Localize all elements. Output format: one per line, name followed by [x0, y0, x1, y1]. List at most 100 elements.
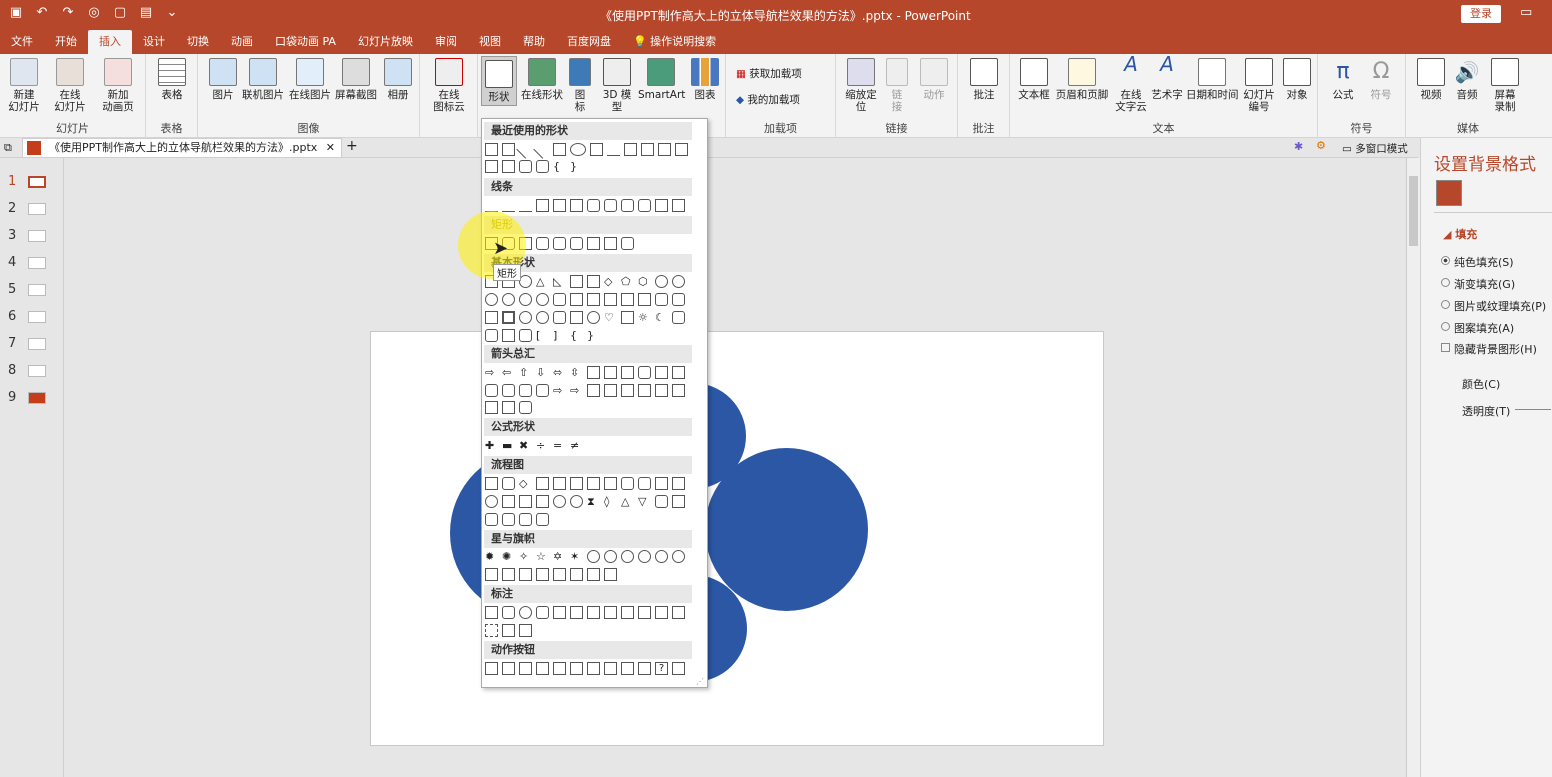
pentagon-icon[interactable]: ⬠: [621, 275, 634, 288]
table-button[interactable]: 表格: [156, 58, 188, 101]
curved-left-arrow-icon[interactable]: [502, 384, 515, 397]
extract-icon[interactable]: △: [621, 495, 634, 508]
picture-button[interactable]: 图片: [208, 58, 238, 101]
plus-icon[interactable]: [638, 293, 651, 306]
line-callout1-icon[interactable]: [553, 606, 566, 619]
u-turn-arrow-icon[interactable]: [638, 366, 651, 379]
tab-animations[interactable]: 动画: [220, 30, 264, 54]
vertical-scroll-icon[interactable]: [553, 568, 566, 581]
scribble-icon[interactable]: [672, 199, 685, 212]
hexagon-icon[interactable]: ⬡: [638, 275, 651, 288]
punched-tape-icon[interactable]: [536, 495, 549, 508]
chart-button[interactable]: 图表: [690, 58, 720, 101]
plaque-icon[interactable]: [655, 293, 668, 306]
double-wave-icon[interactable]: [604, 568, 617, 581]
tab-insert[interactable]: 插入: [88, 30, 132, 54]
left-right-arrow-icon[interactable]: ⬄: [553, 366, 566, 379]
round-same-side-icon[interactable]: [604, 237, 617, 250]
undo-icon[interactable]: ↶: [34, 5, 50, 21]
slide-thumb-4[interactable]: 4: [8, 253, 54, 273]
object-button[interactable]: 对象: [1282, 58, 1312, 101]
parallelogram-icon[interactable]: [570, 275, 583, 288]
curve-icon[interactable]: [638, 199, 651, 212]
frame-icon[interactable]: [570, 293, 583, 306]
my-addins-button[interactable]: ◆ 我的加载项: [736, 94, 800, 106]
magnetic-disk-icon[interactable]: [502, 513, 515, 526]
ribbon-display-icon[interactable]: ▭: [1520, 5, 1532, 20]
cube-shape-icon[interactable]: [485, 311, 498, 324]
star24-icon[interactable]: [655, 550, 668, 563]
action-forward-icon[interactable]: [502, 662, 515, 675]
predefined-process-icon[interactable]: [553, 477, 566, 490]
line-callout7-icon[interactable]: [655, 606, 668, 619]
quad-arrow-icon[interactable]: [587, 366, 600, 379]
right-brace-icon[interactable]: }: [587, 329, 600, 342]
donut-icon[interactable]: [519, 311, 532, 324]
star8-icon[interactable]: [587, 550, 600, 563]
data-icon[interactable]: [536, 477, 549, 490]
delay-icon[interactable]: [672, 495, 685, 508]
resize-grip-icon[interactable]: ⋰: [696, 677, 704, 686]
tab-home[interactable]: 开始: [44, 30, 88, 54]
equation-button[interactable]: π 公式: [1326, 58, 1360, 101]
new-slide-button[interactable]: 新建 幻灯片: [4, 58, 44, 113]
left-brace-icon[interactable]: {: [570, 329, 583, 342]
pie-icon[interactable]: [519, 293, 532, 306]
link-button[interactable]: 链 接: [884, 58, 910, 113]
line-callout8-icon[interactable]: [672, 606, 685, 619]
line-callout3-icon[interactable]: [587, 606, 600, 619]
left-bracket-icon[interactable]: [: [536, 329, 549, 342]
left-arrow-icon[interactable]: ⇦: [502, 366, 515, 379]
wordart-button[interactable]: A 艺术字: [1150, 54, 1184, 101]
process-icon[interactable]: [485, 477, 498, 490]
snip-diagonal-icon[interactable]: [553, 237, 566, 250]
get-addins-button[interactable]: ▦ 获取加载项: [736, 68, 802, 80]
star12-icon[interactable]: [621, 550, 634, 563]
online-picture-button[interactable]: 联机图片: [240, 58, 286, 101]
tab-help[interactable]: 帮助: [512, 30, 556, 54]
document-tab[interactable]: 《使用PPT制作高大上的立体导航栏效果的方法》.pptx ✕: [22, 138, 342, 158]
double-bracket-icon[interactable]: [502, 329, 515, 342]
left-brace-shape-icon[interactable]: {: [553, 160, 566, 173]
right-brace-shape-icon[interactable]: }: [570, 160, 583, 173]
rect2-shape-icon[interactable]: [590, 143, 603, 156]
freeform-icon[interactable]: [655, 199, 668, 212]
line-callout5-icon[interactable]: [621, 606, 634, 619]
star4-icon[interactable]: ✧: [519, 550, 532, 563]
radio[interactable]: [1441, 322, 1450, 331]
triangle-shape-icon[interactable]: [607, 143, 620, 156]
symbol-button[interactable]: Ω 符号: [1364, 58, 1398, 101]
no-symbol-icon[interactable]: [536, 311, 549, 324]
action-document-icon[interactable]: [621, 662, 634, 675]
bent-arrow-icon[interactable]: [621, 366, 634, 379]
line-callout10-icon[interactable]: [502, 624, 515, 637]
heptagon-icon[interactable]: [655, 275, 668, 288]
action-beginning-icon[interactable]: [519, 662, 532, 675]
curved-up-arrow-icon[interactable]: [519, 384, 532, 397]
slide-thumb-2[interactable]: 2: [8, 199, 54, 219]
action-end-icon[interactable]: [536, 662, 549, 675]
scroll-thumb[interactable]: [1409, 176, 1418, 246]
picture-fill-option[interactable]: 图片或纹理填充(P): [1441, 298, 1546, 314]
terminator-icon[interactable]: [621, 477, 634, 490]
folded-corner-icon[interactable]: [570, 311, 583, 324]
rect-callout-icon[interactable]: [485, 606, 498, 619]
gradient-fill-option[interactable]: 渐变填充(G): [1441, 276, 1515, 292]
explosion2-icon[interactable]: ✺: [502, 550, 515, 563]
fill-section-header[interactable]: ◢ 填充: [1443, 226, 1477, 242]
arc-icon[interactable]: [485, 329, 498, 342]
curved-down-arrow-icon[interactable]: [536, 384, 549, 397]
trapezoid-icon[interactable]: [587, 275, 600, 288]
star7-icon[interactable]: ✶: [570, 550, 583, 563]
notched-right-arrow-icon[interactable]: ⇨: [570, 384, 583, 397]
minus-sign-icon[interactable]: ▬: [502, 439, 515, 452]
chord-icon[interactable]: [536, 293, 549, 306]
tab-baidu-netdisk[interactable]: 百度网盘: [556, 30, 622, 54]
action-return-icon[interactable]: [587, 662, 600, 675]
summing-junction-icon[interactable]: [553, 495, 566, 508]
round-single-corner-icon[interactable]: [587, 237, 600, 250]
circle-shape-right[interactable]: [705, 448, 868, 611]
smartart-button[interactable]: SmartArt: [638, 58, 685, 101]
right-bracket-icon[interactable]: ]: [553, 329, 566, 342]
left-up-arrow-icon[interactable]: [655, 366, 668, 379]
